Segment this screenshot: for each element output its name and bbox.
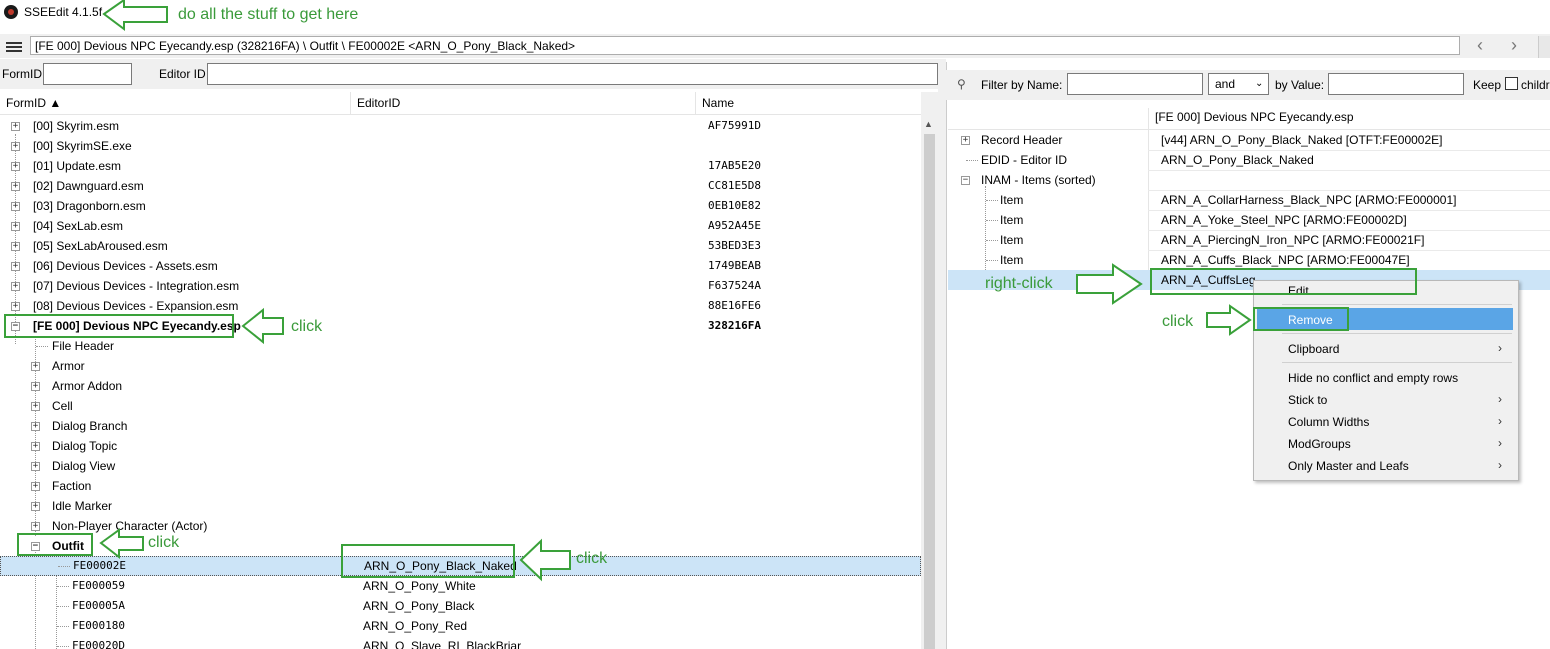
highlight-box-remove [1253, 307, 1349, 331]
highlight-box-record [341, 544, 515, 578]
annotation-arrow-right-click [1076, 263, 1143, 305]
annotation-click-outfit: click [148, 534, 180, 551]
annotation-top: do all the stuff to get here [178, 6, 359, 23]
annotation-arrow-plugin [241, 307, 284, 345]
annotation-click-record: click [576, 550, 608, 567]
highlight-box-outfit [17, 533, 93, 556]
highlight-box-item [1150, 268, 1417, 295]
annotation-right-click: right-click [985, 275, 1053, 292]
highlight-box-plugin [4, 314, 234, 338]
annotation-click-plugin: click [291, 318, 323, 335]
annotation-arrow-outfit [99, 528, 144, 560]
annotation-arrow-top [102, 0, 168, 31]
annotation-arrow-remove [1206, 304, 1252, 336]
annotation-arrow-record [519, 538, 571, 582]
annotation-click-remove: click [1162, 313, 1194, 330]
